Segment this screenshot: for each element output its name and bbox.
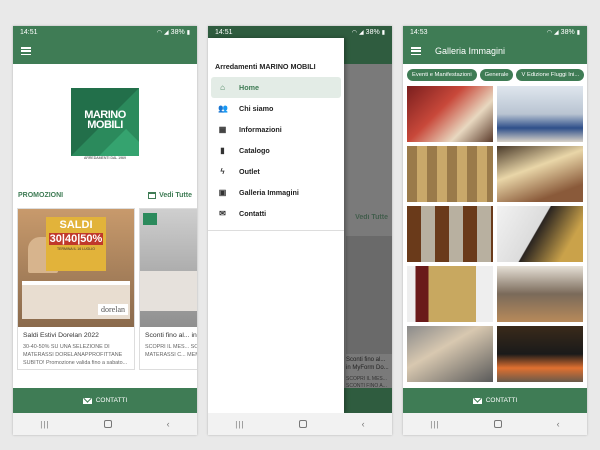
status-time: 14:51	[20, 28, 38, 36]
sale-banner: SALDI 30|40|50% TERMINA IL 16 LUGLIO	[46, 217, 106, 271]
signal-icon: ◢	[554, 29, 559, 36]
contact-button[interactable]: CONTATTI	[403, 388, 587, 413]
gallery-image[interactable]	[497, 146, 583, 202]
chip-eventi[interactable]: Eventi e Manifestazioni	[407, 69, 477, 81]
calendar-icon	[148, 191, 157, 199]
see-all-button[interactable]: Vedi Tutte	[148, 191, 192, 199]
gallery-image[interactable]	[407, 266, 493, 322]
contact-button[interactable]: CONTATTI	[13, 388, 197, 413]
signal-icon: ◢	[359, 29, 364, 36]
promo-carousel[interactable]: SALDI 30|40|50% TERMINA IL 16 LUGLIO dor…	[13, 208, 197, 370]
promo-card-title: Sconti fino al... in MyForm Do...	[145, 332, 197, 339]
recent-apps-icon[interactable]: |||	[430, 420, 439, 429]
drawer-item-contatti[interactable]: ✉ Contatti	[211, 203, 341, 224]
brand-label: dorelan	[98, 304, 128, 315]
battery-text: 38%	[365, 28, 380, 36]
back-icon[interactable]: ‹	[557, 419, 560, 429]
drawer-divider	[208, 230, 344, 231]
image-grid	[403, 86, 587, 382]
promo-card-title: Saldi Estivi Dorelan 2022	[23, 332, 99, 339]
mail-icon: ✉	[219, 208, 226, 218]
gallery-image[interactable]	[497, 266, 583, 322]
promo-image	[140, 209, 197, 327]
promo-card-desc: 30-40-50% SU UNA SELEZIONE DI MATERASSI …	[23, 344, 128, 366]
recent-apps-icon[interactable]: |||	[40, 420, 49, 429]
gallery-image[interactable]	[407, 86, 493, 142]
home-nav-icon[interactable]	[494, 420, 503, 428]
system-nav-bar: ||| ‹	[403, 413, 587, 435]
recent-apps-icon[interactable]: |||	[235, 420, 244, 429]
nav-drawer: Arredamenti MARINO MOBILI ⌂ Home 👥 Chi s…	[208, 38, 344, 413]
status-time: 14:53	[410, 28, 428, 36]
chip-edizione[interactable]: V Edizione Fluggi Ini...	[516, 69, 585, 81]
status-time: 14:51	[215, 28, 233, 36]
promo-title: PROMOZIONI	[18, 191, 64, 199]
promo-card[interactable]: SALDI 30|40|50% TERMINA IL 16 LUGLIO dor…	[17, 208, 135, 370]
home-icon: ⌂	[220, 82, 225, 92]
mail-icon	[472, 397, 482, 404]
status-bar: 14:53 ◠ ◢ 38% ▮	[403, 26, 587, 38]
drawer-item-informazioni[interactable]: ▦ Informazioni	[211, 119, 341, 140]
back-icon[interactable]: ‹	[167, 419, 170, 429]
app-bar: Galleria Immagini	[403, 38, 587, 64]
battery-icon: ▮	[381, 29, 385, 36]
gallery-image[interactable]	[407, 146, 493, 202]
screenshot-stage: 14:51 ◠ ◢ 38% ▮ MARINO MOBILI ARREDAMENT…	[0, 0, 600, 450]
gallery-image[interactable]	[497, 206, 583, 262]
page-title: Galleria Immagini	[435, 46, 506, 56]
wifi-icon: ◠	[351, 29, 358, 36]
gallery-icon: ▣	[218, 187, 227, 197]
promo-image: SALDI 30|40|50% TERMINA IL 16 LUGLIO dor…	[18, 209, 134, 327]
menu-icon[interactable]	[411, 47, 421, 55]
drawer-item-outlet[interactable]: ϟ Outlet	[211, 161, 341, 182]
back-icon[interactable]: ‹	[362, 419, 365, 429]
phone-gallery: 14:53 ◠ ◢ 38% ▮ Galleria Immagini Eventi…	[403, 26, 587, 435]
drawer-item-chi-siamo[interactable]: 👥 Chi siamo	[211, 98, 341, 119]
phone-drawer: 14:51 ◠ ◢ 38% ▮ Vedi Tutte Sconti fino a…	[208, 26, 392, 435]
battery-icon: ▮	[576, 29, 580, 36]
promo-card[interactable]: Sconti fino al... in MyForm Do... SCOPRI…	[139, 208, 197, 370]
book-icon: ▮	[220, 145, 225, 155]
drawer-header: Arredamenti MARINO MOBILI	[215, 62, 316, 71]
promo-header: PROMOZIONI Vedi Tutte	[13, 186, 197, 204]
chip-generale[interactable]: Generale	[479, 69, 514, 81]
system-nav-bar: ||| ‹	[13, 413, 197, 435]
battery-text: 38%	[170, 28, 185, 36]
battery-icon: ▮	[186, 29, 190, 36]
wifi-icon: ◠	[156, 29, 163, 36]
drawer-item-home[interactable]: ⌂ Home	[211, 77, 341, 98]
app-bar	[13, 38, 197, 64]
gallery-image[interactable]	[497, 86, 583, 142]
logo-hero: MARINO MOBILI ARREDAMENTI DAL 1969	[13, 64, 197, 186]
bolt-icon: ϟ	[220, 166, 225, 176]
status-bar: 14:51 ◠ ◢ 38% ▮	[13, 26, 197, 38]
category-chips: Eventi e Manifestazioni Generale V Edizi…	[403, 64, 587, 86]
home-nav-icon[interactable]	[299, 420, 308, 428]
drawer-item-catalogo[interactable]: ▮ Catalogo	[211, 140, 341, 161]
signal-icon: ◢	[164, 29, 169, 36]
system-nav-bar: ||| ‹	[208, 413, 392, 435]
mail-icon	[82, 397, 92, 404]
gallery-image[interactable]	[407, 326, 493, 382]
gallery-image[interactable]	[407, 206, 493, 262]
drawer-item-galleria[interactable]: ▣ Galleria Immagini	[211, 182, 341, 203]
phone-home: 14:51 ◠ ◢ 38% ▮ MARINO MOBILI ARREDAMENT…	[13, 26, 197, 435]
gallery-image[interactable]	[497, 326, 583, 382]
promo-card-desc: SCOPRI IL MES... SCONTI FINO A... MATERA…	[145, 344, 197, 358]
logo-mini	[143, 213, 157, 225]
grid-icon: ▦	[218, 124, 227, 134]
home-nav-icon[interactable]	[104, 420, 113, 428]
battery-text: 38%	[560, 28, 575, 36]
people-icon: 👥	[218, 103, 228, 113]
status-bar: 14:51 ◠ ◢ 38% ▮	[208, 26, 392, 38]
menu-icon[interactable]	[21, 47, 31, 55]
brand-logo: MARINO MOBILI ARREDAMENTI DAL 1969	[71, 88, 139, 162]
wifi-icon: ◠	[546, 29, 553, 36]
